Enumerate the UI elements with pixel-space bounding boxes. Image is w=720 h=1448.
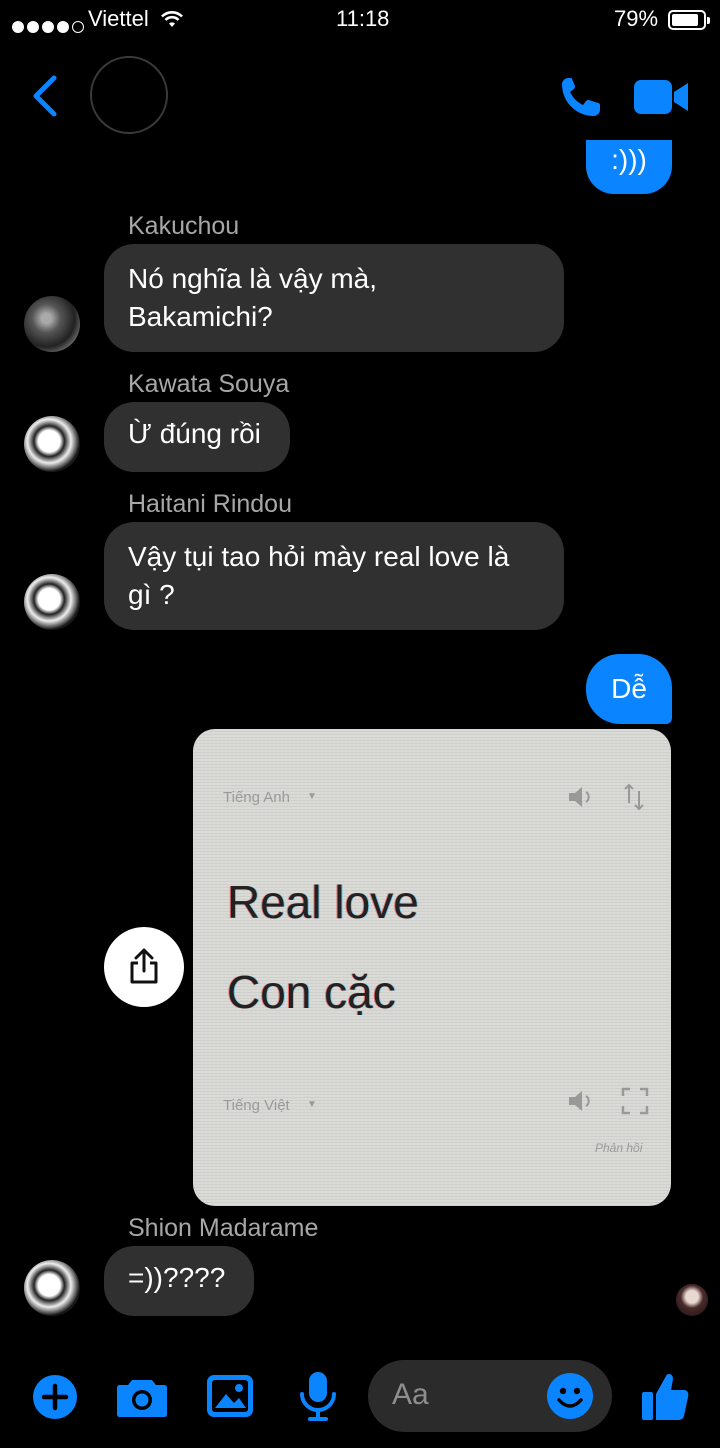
sender-name: Haitani Rindou (128, 490, 292, 518)
message-text-line: Vậy tụi tao hỏi mày real love là (128, 541, 510, 572)
message-incoming[interactable]: Vậy tụi tao hỏi mày real love là gì ? (104, 522, 564, 630)
microphone-icon[interactable] (298, 1370, 338, 1422)
avatar[interactable] (24, 416, 80, 472)
carrier-label: Viettel (88, 6, 149, 31)
wifi-icon (161, 11, 183, 27)
signal-dots-icon (12, 13, 87, 39)
source-language-label: Tiếng Anh (223, 789, 290, 806)
sender-name: Kawata Souya (128, 370, 290, 398)
avatar[interactable] (24, 574, 80, 630)
message-input[interactable]: Aa (368, 1360, 612, 1432)
share-button[interactable] (104, 927, 184, 1007)
translated-text: Con cặc (227, 966, 396, 1018)
message-text-line: Bakamichi? (128, 301, 273, 332)
phone-icon[interactable] (558, 74, 604, 120)
message-text: :))) (611, 144, 647, 175)
video-camera-icon[interactable] (632, 78, 690, 116)
sender-name: Shion Madarame (128, 1214, 319, 1242)
speaker-icon (569, 787, 590, 807)
speaker-icon (569, 1091, 590, 1111)
message-text-line: gì ? (128, 579, 175, 610)
feedback-label: Phản hồi (595, 1141, 643, 1155)
swap-icon (624, 783, 644, 811)
plus-icon[interactable] (32, 1374, 78, 1420)
status-bar: Viettel 11:18 79% (0, 0, 720, 40)
message-text: =))???? (128, 1262, 226, 1293)
avatar[interactable] (24, 296, 80, 352)
thumbs-up-icon[interactable] (640, 1370, 690, 1422)
message-text: Dễ (611, 673, 647, 704)
chevron-left-icon[interactable] (28, 72, 62, 120)
caret-down-icon: ▼ (307, 791, 317, 802)
battery-icon (668, 10, 710, 30)
read-receipt-avatar (676, 1284, 708, 1316)
message-outgoing[interactable]: :))) (586, 140, 672, 194)
message-incoming[interactable]: Ừ đúng rồi (104, 402, 290, 472)
message-text: Ừ đúng rồi (128, 418, 261, 449)
message-text-line: Nó nghĩa là vậy mà, (128, 263, 378, 294)
image-icon[interactable] (206, 1374, 254, 1418)
message-incoming[interactable]: =))???? (104, 1246, 254, 1316)
target-language-label: Tiếng Việt (223, 1097, 290, 1114)
message-incoming[interactable]: Nó nghĩa là vậy mà, Bakamichi? (104, 244, 564, 352)
battery-percent: 79% (614, 6, 659, 31)
avatar[interactable] (24, 1260, 80, 1316)
source-text: Real love (227, 876, 419, 928)
emoji-icon[interactable] (546, 1372, 594, 1420)
contact-avatar[interactable] (90, 56, 168, 134)
share-icon (130, 948, 158, 984)
camera-icon[interactable] (116, 1376, 168, 1418)
caret-down-icon: ▼ (307, 1099, 317, 1110)
sender-name: Kakuchou (128, 212, 240, 240)
image-attachment[interactable]: Tiếng Anh ▼ Real love Con cặc Tiếng Việt… (193, 729, 671, 1206)
message-input-placeholder: Aa (392, 1378, 429, 1411)
clock-time: 11:18 (336, 6, 390, 31)
fullscreen-icon (621, 1087, 649, 1115)
message-outgoing[interactable]: Dễ (586, 654, 672, 724)
